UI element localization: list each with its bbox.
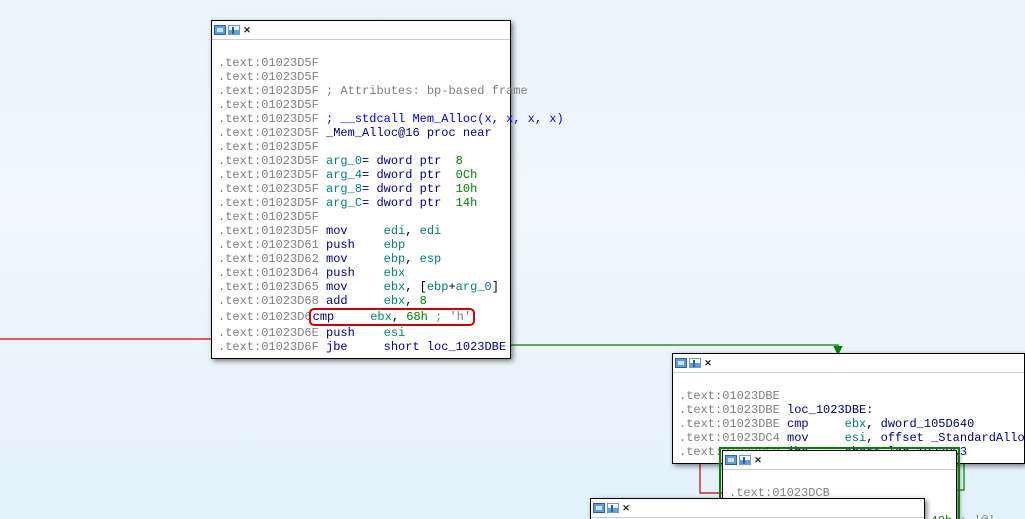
close-icon[interactable]: ✕ (753, 455, 763, 465)
graph-icon (228, 25, 240, 35)
graph-icon (739, 455, 751, 465)
close-icon[interactable]: ✕ (242, 25, 252, 35)
node-header: ✕ (591, 499, 924, 518)
close-icon[interactable]: ✕ (703, 358, 713, 368)
window-icon (725, 455, 737, 465)
code-body: .text:01023D5F .text:01023D5F .text:0102… (212, 40, 510, 358)
node-loc-1023dd3[interactable]: ✕ .text:01023DD3 (590, 498, 925, 519)
window-icon (593, 503, 605, 513)
node-header: ✕ (212, 21, 510, 40)
window-icon (214, 25, 226, 35)
window-icon (675, 358, 687, 368)
close-icon[interactable]: ✕ (621, 503, 631, 513)
graph-icon (689, 358, 701, 368)
graph-icon (607, 503, 619, 513)
node-loc-1023dbe[interactable]: ✕ .text:01023DBE .text:01023DBE loc_1023… (672, 353, 1025, 464)
node-mem-alloc[interactable]: ✕ .text:01023D5F .text:01023D5F .text:01… (211, 20, 511, 359)
node-header: ✕ (673, 354, 1024, 373)
highlighted-cmp: cmp ebx, 68h ; 'h' (309, 308, 475, 326)
node-header: ✕ (723, 451, 956, 470)
